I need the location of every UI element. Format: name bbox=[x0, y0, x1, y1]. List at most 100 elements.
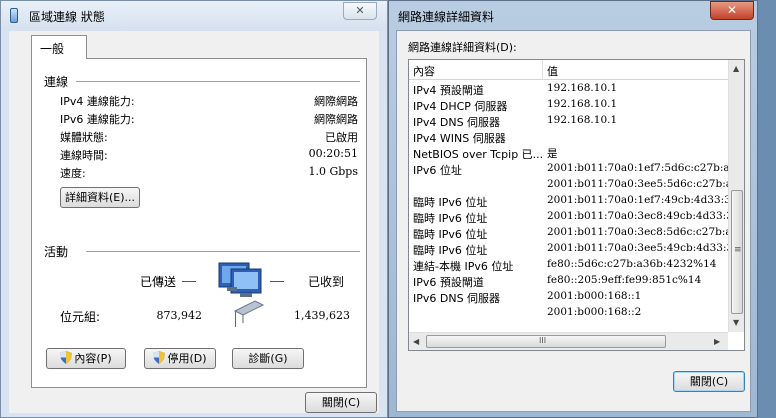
details-rows: IPv4 預設閘道 192.168.10.1 IPv4 DHCP 伺服器 192.1… bbox=[409, 81, 728, 331]
row-value: 2001:b011:70a0:3ee5:49cb:4d33:379c bbox=[547, 242, 728, 254]
connection-section-label: 連線 bbox=[44, 75, 69, 89]
table-row[interactable]: NetBIOS over Tcpip 已... 是 bbox=[409, 145, 728, 161]
row-property: 臨時 IPv6 位址 bbox=[413, 212, 488, 225]
table-row[interactable]: 連結-本機 IPv6 位址 fe80::5d6c:c27b:a36b:4232%1… bbox=[409, 257, 728, 273]
row-property: 臨時 IPv6 位址 bbox=[413, 196, 488, 209]
row-property: NetBIOS over Tcpip 已... bbox=[413, 148, 544, 161]
table-row[interactable]: IPv4 WINS 伺服器 bbox=[409, 129, 728, 145]
row-property: IPv4 預設閘道 bbox=[413, 84, 484, 97]
table-row[interactable]: IPv4 預設閘道 192.168.10.1 bbox=[409, 81, 728, 97]
shield-icon bbox=[153, 351, 166, 364]
details-button[interactable]: 詳細資料(E)... bbox=[60, 187, 140, 208]
scroll-grip-icon: III bbox=[539, 336, 547, 345]
details-window: 網路連線詳細資料 ✕ 網路連線詳細資料(D): 內容 值 IPv4 預設閘道 19… bbox=[388, 0, 758, 418]
table-row[interactable]: IPv4 DHCP 伺服器 192.168.10.1 bbox=[409, 97, 728, 113]
sent-line bbox=[182, 281, 196, 282]
properties-button[interactable]: 內容(P) bbox=[46, 348, 126, 369]
row-value: fe80::205:9eff:fe99:851c%14 bbox=[547, 274, 702, 286]
shield-icon bbox=[60, 351, 73, 364]
row-value: 2001:b011:70a0:3ec8:5d6c:c27b:a36b bbox=[547, 226, 728, 238]
received-label: 已收到 bbox=[308, 275, 345, 289]
scroll-up-arrow-icon[interactable]: ▲ bbox=[733, 64, 739, 73]
row-property: IPv6 位址 bbox=[413, 164, 462, 177]
disable-button-label: 停用(D) bbox=[167, 352, 207, 365]
scroll-down-arrow-icon[interactable]: ▼ bbox=[733, 318, 739, 327]
row-value: 192.168.10.1 bbox=[547, 82, 618, 94]
row-value: 2001:b000:168::2 bbox=[547, 306, 642, 318]
table-row[interactable]: 臨時 IPv6 位址 2001:b011:70a0:3ec8:49cb:4d33:… bbox=[409, 209, 728, 225]
computers-icon bbox=[218, 262, 265, 323]
media-state-value: 已啟用 bbox=[325, 131, 358, 144]
duration-label: 連線時間: bbox=[60, 149, 108, 162]
details-window-body: 網路連線詳細資料(D): 內容 值 IPv4 預設閘道 192.168.10.1 … bbox=[396, 30, 751, 412]
scroll-right-arrow-icon[interactable]: ▶ bbox=[714, 337, 720, 346]
speed-label: 速度: bbox=[60, 167, 86, 180]
bytes-sent-value: 873,942 bbox=[156, 309, 203, 322]
vertical-scrollbar[interactable]: ▲ ≡ ▼ bbox=[728, 60, 744, 332]
status-window-body: 一般 連線 IPv4 連線能力: 網際網路 IPv6 連線能力: 網際網路 媒體… bbox=[9, 31, 379, 413]
table-row[interactable]: IPv6 位址 2001:b011:70a0:1ef7:5d6c:c27b:a36… bbox=[409, 161, 728, 177]
row-value: 是 bbox=[547, 148, 558, 160]
details-window-close-button[interactable]: ✕ bbox=[710, 1, 754, 20]
activity-section-label: 活動 bbox=[44, 245, 69, 259]
sent-label: 已傳送 bbox=[140, 275, 177, 289]
properties-button-label: 內容(P) bbox=[74, 352, 112, 365]
status-close-button[interactable]: 關閉(C) bbox=[305, 392, 377, 413]
row-value: 2001:b000:168::1 bbox=[547, 290, 642, 302]
vertical-scroll-thumb[interactable]: ≡ bbox=[731, 190, 743, 314]
status-window-titlebar[interactable]: 區域連線 狀態 ✕ bbox=[1, 1, 387, 31]
row-property: 臨時 IPv6 位址 bbox=[413, 228, 488, 241]
table-row[interactable]: 臨時 IPv6 位址 2001:b011:70a0:1ef7:49cb:4d33:… bbox=[409, 193, 728, 209]
row-value: 2001:b011:70a0:3ee5:5d6c:c27b:a36b bbox=[547, 178, 728, 190]
activity-divider bbox=[86, 251, 360, 252]
bytes-received-value: 1,439,623 bbox=[294, 309, 350, 322]
row-property: IPv6 預設閘道 bbox=[413, 276, 484, 289]
row-value: 2001:b011:70a0:1ef7:5d6c:c27b:a36b bbox=[547, 162, 728, 174]
horizontal-scrollbar[interactable]: ◀ III ▶ bbox=[409, 332, 728, 350]
column-separator[interactable] bbox=[542, 60, 543, 80]
row-property: 臨時 IPv6 位址 bbox=[413, 244, 488, 257]
row-value: 192.168.10.1 bbox=[547, 98, 618, 110]
status-window-close-button[interactable]: ✕ bbox=[343, 2, 377, 20]
row-property: IPv4 WINS 伺服器 bbox=[413, 132, 506, 145]
ipv4-connectivity-label: IPv4 連線能力: bbox=[60, 95, 135, 108]
row-value: 2001:b011:70a0:3ec8:49cb:4d33:379c bbox=[547, 210, 728, 222]
table-row[interactable]: IPv6 DNS 伺服器 2001:b000:168::1 bbox=[409, 289, 728, 305]
status-window-title: 區域連線 狀態 bbox=[29, 10, 105, 24]
network-adapter-icon bbox=[10, 8, 18, 23]
column-header-property[interactable]: 內容 bbox=[413, 63, 435, 79]
row-value: 192.168.10.1 bbox=[547, 114, 618, 126]
table-row[interactable]: 2001:b000:168::2 bbox=[409, 305, 728, 321]
details-window-title: 網路連線詳細資料 bbox=[398, 10, 495, 24]
ipv4-connectivity-value: 網際網路 bbox=[314, 95, 358, 108]
table-row[interactable]: IPv4 DNS 伺服器 192.168.10.1 bbox=[409, 113, 728, 129]
general-tab-panel: 連線 IPv4 連線能力: 網際網路 IPv6 連線能力: 網際網路 媒體狀態:… bbox=[31, 58, 367, 388]
scroll-grip-icon: ≡ bbox=[734, 245, 742, 255]
media-state-label: 媒體狀態: bbox=[60, 131, 108, 144]
table-row[interactable]: 2001:b011:70a0:3ee5:5d6c:c27b:a36b bbox=[409, 177, 728, 193]
connection-divider bbox=[76, 81, 360, 82]
row-property: IPv6 DNS 伺服器 bbox=[413, 292, 501, 305]
speed-value: 1.0 Gbps bbox=[308, 165, 358, 178]
row-value: 2001:b011:70a0:1ef7:49cb:4d33:379c bbox=[547, 194, 728, 206]
horizontal-scroll-thumb[interactable]: III bbox=[426, 335, 666, 348]
diagnose-button[interactable]: 診斷(G) bbox=[232, 348, 304, 369]
details-close-button[interactable]: 關閉(C) bbox=[673, 371, 745, 392]
scroll-left-arrow-icon[interactable]: ◀ bbox=[413, 337, 419, 346]
row-property: IPv4 DNS 伺服器 bbox=[413, 116, 501, 129]
details-list-header: 內容 值 bbox=[409, 60, 728, 80]
disable-button[interactable]: 停用(D) bbox=[144, 348, 216, 369]
tab-general[interactable]: 一般 bbox=[31, 35, 87, 59]
ipv6-connectivity-label: IPv6 連線能力: bbox=[60, 113, 135, 126]
row-property: 連結-本機 IPv6 位址 bbox=[413, 260, 514, 273]
table-row[interactable]: IPv6 預設閘道 fe80::205:9eff:fe99:851c%14 bbox=[409, 273, 728, 289]
table-row[interactable]: 臨時 IPv6 位址 2001:b011:70a0:3ee5:49cb:4d33:… bbox=[409, 241, 728, 257]
ipv6-connectivity-value: 網際網路 bbox=[314, 113, 358, 126]
details-list[interactable]: 內容 值 IPv4 預設閘道 192.168.10.1 IPv4 DHCP 伺服器… bbox=[408, 59, 745, 351]
table-row[interactable]: 臨時 IPv6 位址 2001:b011:70a0:3ec8:5d6c:c27b:… bbox=[409, 225, 728, 241]
duration-value: 00:20:51 bbox=[308, 147, 358, 160]
row-property: IPv4 DHCP 伺服器 bbox=[413, 100, 508, 113]
column-header-value[interactable]: 值 bbox=[547, 63, 558, 79]
row-value: fe80::5d6c:c27b:a36b:4232%14 bbox=[547, 258, 717, 270]
details-list-caption: 網路連線詳細資料(D): bbox=[408, 41, 517, 54]
